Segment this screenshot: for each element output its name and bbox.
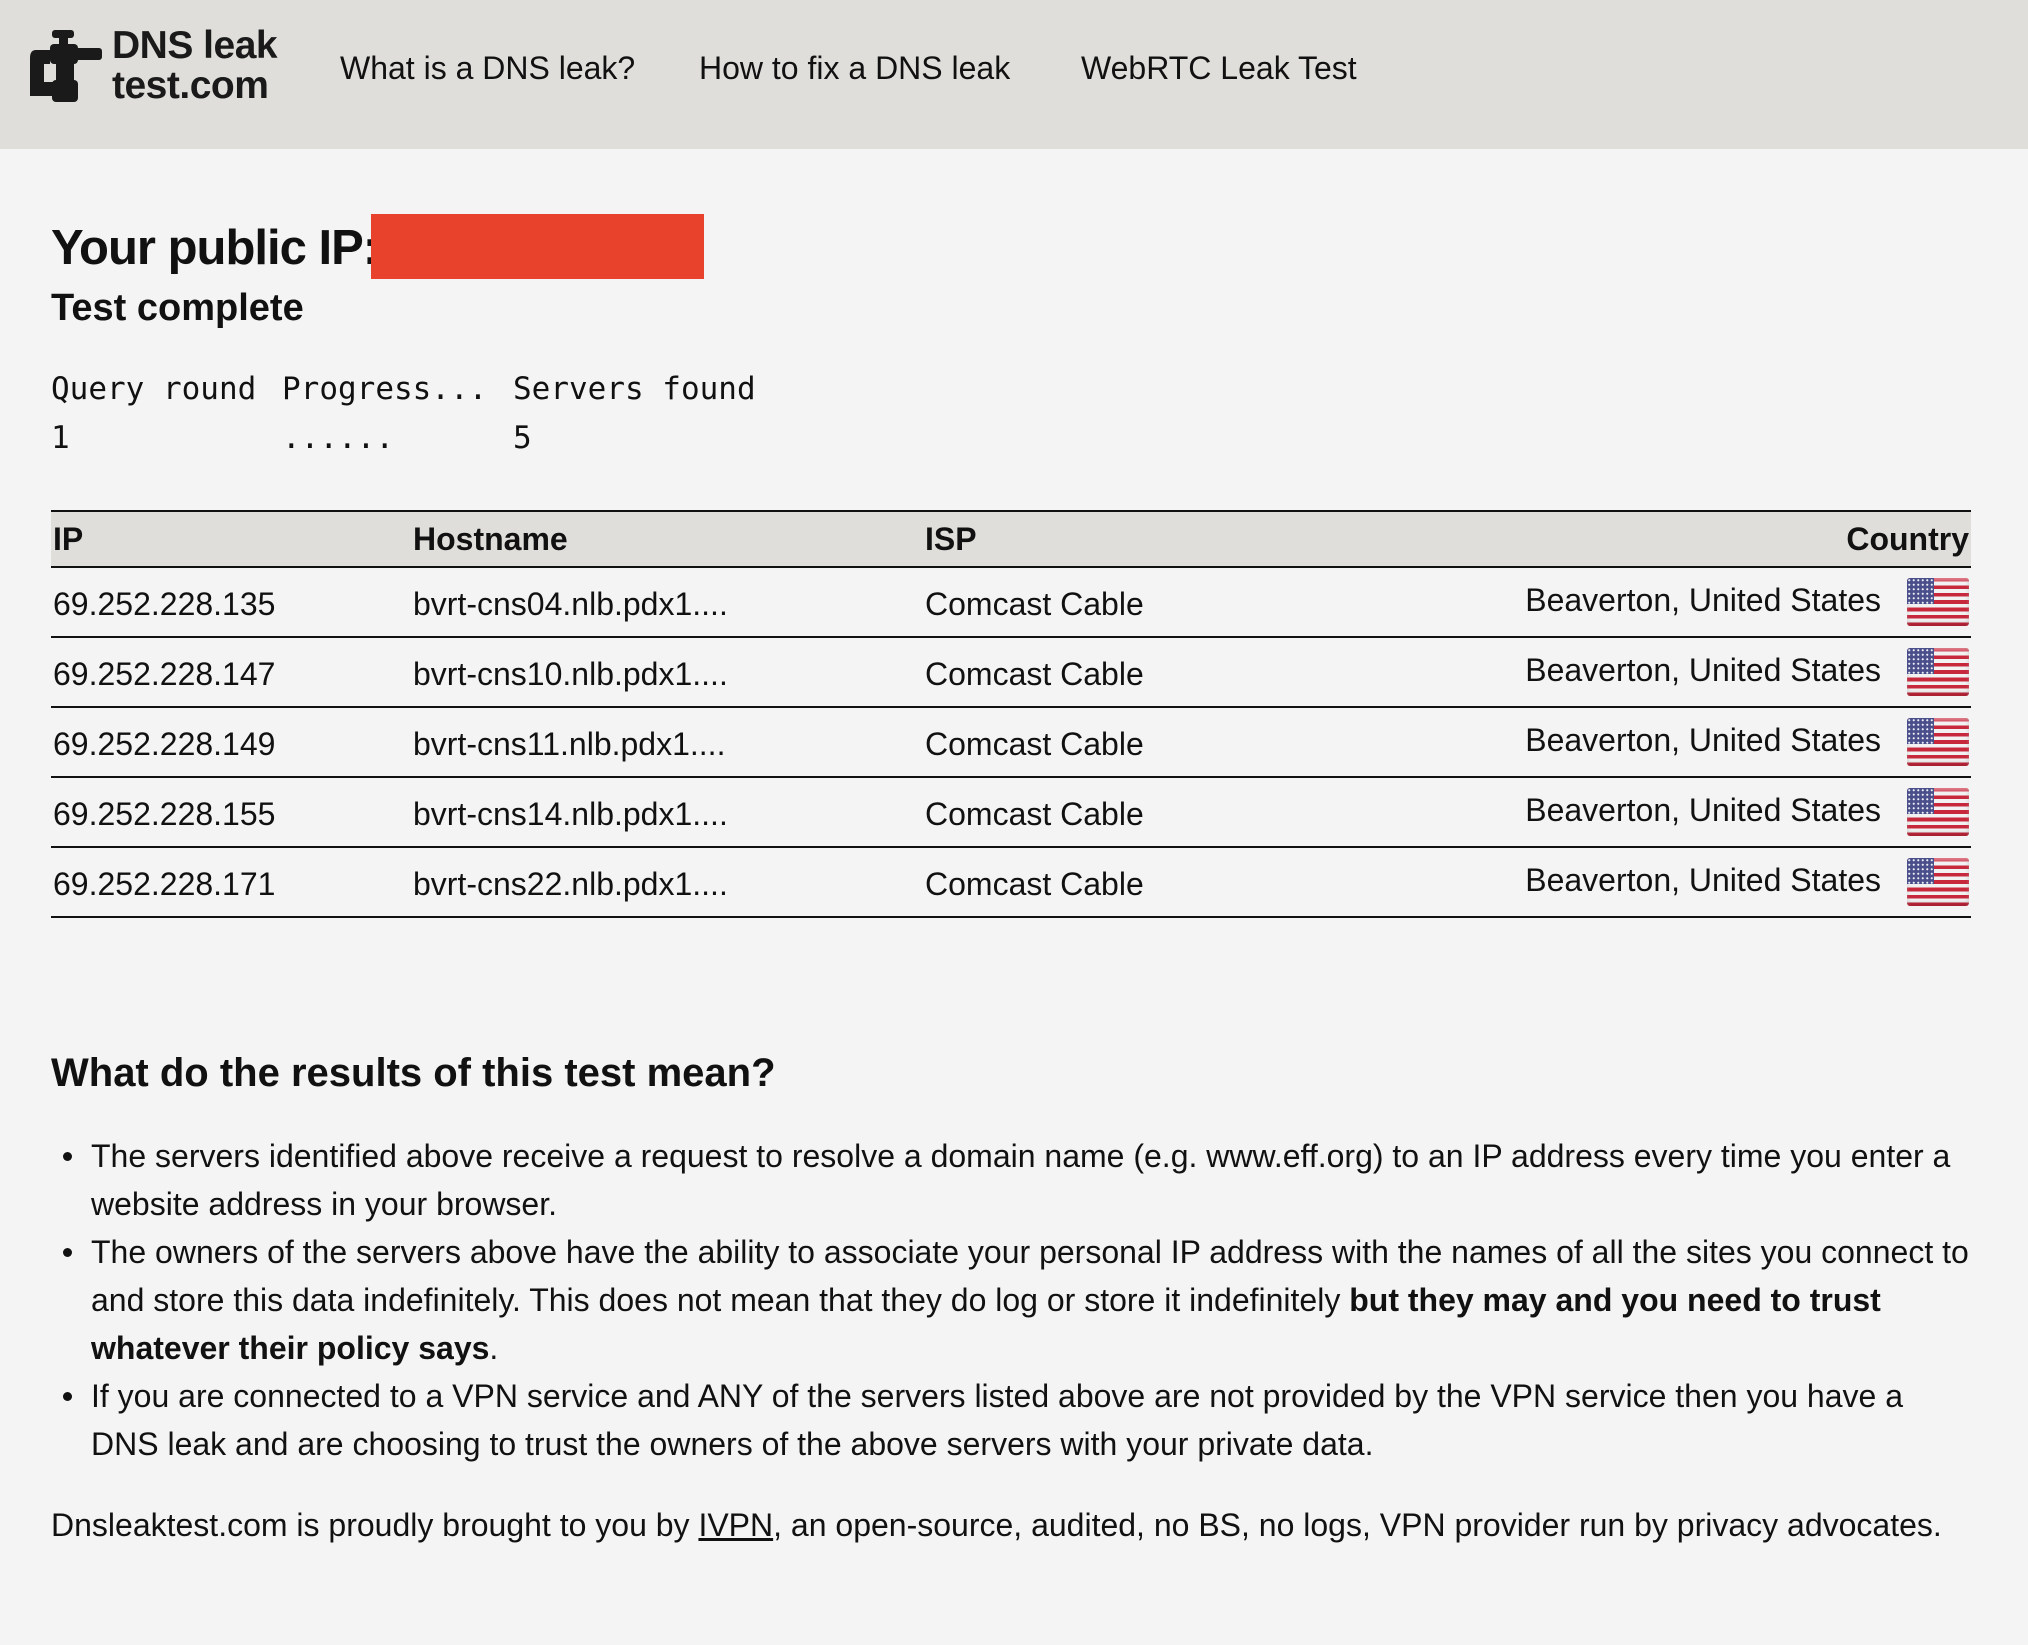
logo-text-line1: DNS leak [112, 24, 278, 67]
row-country: Beaverton, United States [1525, 582, 1881, 618]
row-country: Beaverton, United States [1525, 792, 1881, 828]
faucet-logo-icon [30, 30, 102, 102]
site-header: DNS leak test.com What is a DNS leak? Ho… [0, 0, 2028, 149]
test-status: Test complete [51, 287, 304, 329]
ivpn-credit-suffix: , an open-source, audited, no BS, no log… [773, 1507, 1942, 1543]
us-flag-icon [1907, 788, 1969, 836]
explanation-bullet-3: If you are connected to a VPN service an… [51, 1372, 1976, 1468]
row-ip: 69.252.228.147 [53, 656, 276, 692]
us-flag-icon [1907, 858, 1969, 906]
table-row: 69.252.228.147 bvrt-cns10.nlb.pdx1.... C… [51, 638, 1971, 708]
nav-webrtc-leak-test[interactable]: WebRTC Leak Test [1081, 48, 1357, 88]
us-flag-icon [1907, 718, 1969, 766]
explanation-bullet-2: The owners of the servers above have the… [51, 1228, 1976, 1372]
row-isp: Comcast Cable [925, 796, 1144, 832]
results-explanation-heading: What do the results of this test mean? [51, 1051, 776, 1095]
row-ip: 69.252.228.171 [53, 866, 276, 902]
table-row: 69.252.228.155 bvrt-cns14.nlb.pdx1.... C… [51, 778, 1971, 848]
row-isp: Comcast Cable [925, 656, 1144, 692]
progress-header-servers-found: Servers found [513, 371, 756, 407]
explanation-bullet-2-end: . [489, 1330, 499, 1366]
column-header-isp: ISP [925, 521, 977, 557]
row-country: Beaverton, United States [1525, 862, 1881, 898]
logo-text-line2: test.com [112, 64, 269, 107]
us-flag-icon [1907, 648, 1969, 696]
results-explanation-list: The servers identified above receive a r… [51, 1132, 1976, 1468]
row-hostname: bvrt-cns04.nlb.pdx1.... [413, 586, 728, 622]
row-country: Beaverton, United States [1525, 722, 1881, 758]
progress-value-dots: ...... [282, 420, 394, 456]
table-row: 69.252.228.149 bvrt-cns11.nlb.pdx1.... C… [51, 708, 1971, 778]
table-row: 69.252.228.135 bvrt-cns04.nlb.pdx1.... C… [51, 568, 1971, 638]
row-isp: Comcast Cable [925, 586, 1144, 622]
public-ip-label: Your public IP: [51, 221, 379, 275]
row-hostname: bvrt-cns22.nlb.pdx1.... [413, 866, 728, 902]
progress-value-servers-found: 5 [513, 420, 532, 456]
progress-value-query-round: 1 [51, 420, 70, 456]
table-row: 69.252.228.171 bvrt-cns22.nlb.pdx1.... C… [51, 848, 1971, 918]
row-hostname: bvrt-cns10.nlb.pdx1.... [413, 656, 728, 692]
us-flag-icon [1907, 578, 1969, 626]
row-hostname: bvrt-cns11.nlb.pdx1.... [413, 726, 726, 762]
row-ip: 69.252.228.135 [53, 586, 276, 622]
ivpn-credit: Dnsleaktest.com is proudly brought to yo… [51, 1501, 1961, 1549]
explanation-bullet-1: The servers identified above receive a r… [51, 1132, 1976, 1228]
public-ip-redaction [371, 214, 704, 279]
column-header-ip: IP [53, 521, 84, 557]
row-hostname: bvrt-cns14.nlb.pdx1.... [413, 796, 728, 832]
dns-servers-table: IP Hostname ISP Country 69.252.228.135 b… [51, 510, 1971, 918]
nav-what-is-dns-leak[interactable]: What is a DNS leak? [340, 48, 635, 88]
nav-how-to-fix-dns-leak[interactable]: How to fix a DNS leak [699, 48, 1010, 88]
row-isp: Comcast Cable [925, 726, 1144, 762]
progress-header-progress: Progress... [282, 371, 488, 407]
column-header-country: Country [1846, 521, 1969, 557]
site-logo[interactable]: DNS leak test.com [30, 24, 300, 110]
row-country: Beaverton, United States [1525, 652, 1881, 688]
progress-header-query-round: Query round [51, 371, 257, 407]
row-ip: 69.252.228.149 [53, 726, 276, 762]
table-header-row: IP Hostname ISP Country [51, 510, 1971, 568]
row-isp: Comcast Cable [925, 866, 1144, 902]
column-header-hostname: Hostname [413, 521, 568, 557]
ivpn-link[interactable]: IVPN [698, 1507, 773, 1543]
row-ip: 69.252.228.155 [53, 796, 276, 832]
ivpn-credit-prefix: Dnsleaktest.com is proudly brought to yo… [51, 1507, 699, 1543]
